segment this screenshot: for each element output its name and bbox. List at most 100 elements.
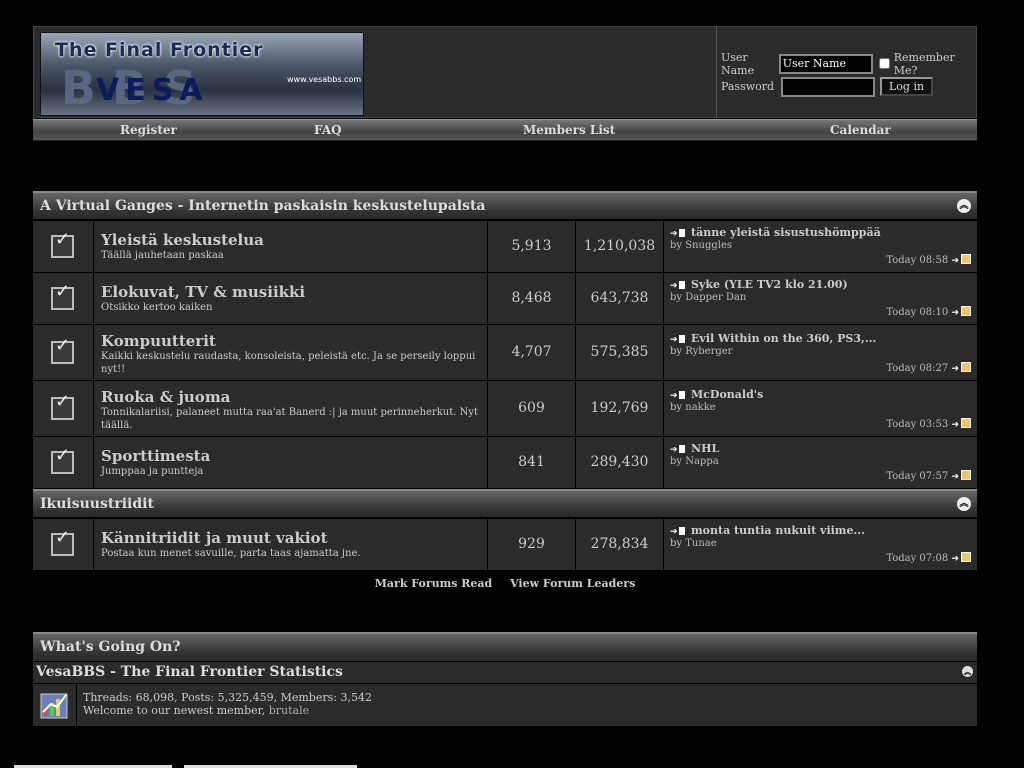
arrow-icon: ➔	[670, 229, 678, 239]
login-button[interactable]: Log in	[880, 77, 934, 96]
post-count: 1,210,038	[576, 221, 664, 272]
post-count: 192,769	[576, 381, 664, 436]
forum-row: ✓ Ruoka & juoma Tonnikalariisi, palaneet…	[33, 381, 977, 436]
document-icon	[678, 229, 685, 237]
forum-status-icon: ✓	[33, 381, 94, 436]
last-post-title[interactable]: monta tuntia nukuit viime...	[691, 524, 865, 537]
password-input[interactable]	[781, 76, 875, 97]
go-to-post-icon[interactable]	[961, 306, 971, 316]
nav-members-list[interactable]: Members List	[523, 123, 615, 137]
last-post-user[interactable]: Ryberger	[685, 346, 732, 357]
forum-title[interactable]: Yleistä keskustelua	[101, 231, 487, 249]
go-to-post-icon[interactable]	[961, 418, 971, 428]
collapse-icon[interactable]: ︽	[957, 199, 971, 213]
last-post: ➔ McDonald's by nakke Today 03:53 ➔	[664, 381, 977, 436]
forum-description: Jumppaa ja puntteja	[101, 466, 204, 477]
last-post-user[interactable]: Nappa	[685, 456, 718, 467]
view-forum-leaders-link[interactable]: View Forum Leaders	[510, 577, 635, 590]
forum-row: ✓ Elokuvat, TV & musiikki Otsikko kertoo…	[33, 273, 977, 324]
navbar: Register FAQ Members List Calendar	[33, 119, 977, 141]
nav-calendar[interactable]: Calendar	[830, 123, 891, 137]
newest-member-link[interactable]: brutale	[269, 704, 309, 717]
forum-status-icon: ✓	[33, 325, 94, 380]
arrow-icon: ➔	[670, 281, 678, 291]
last-post-title[interactable]: Evil Within on the 360, PS3,...	[691, 332, 876, 345]
last-post-user[interactable]: Dapper Dan	[685, 292, 746, 303]
arrow-icon: ➔	[951, 364, 959, 374]
collapse-icon[interactable]: ︽	[962, 666, 973, 677]
last-post-time: Today 08:58	[886, 255, 949, 266]
forum-title[interactable]: Ruoka & juoma	[101, 388, 487, 406]
arrow-icon: ➔	[670, 391, 678, 401]
arrow-icon: ➔	[670, 445, 678, 455]
forum-title[interactable]: Kompuutterit	[101, 332, 487, 350]
nav-register[interactable]: Register	[120, 123, 177, 137]
logo-url: www.vesabbs.com	[287, 75, 362, 84]
last-post-time: Today 03:53	[886, 419, 949, 430]
document-icon	[678, 445, 685, 453]
arrow-icon: ➔	[951, 420, 959, 430]
last-post-user[interactable]: Tunae	[685, 538, 716, 549]
whats-going-on-header: What's Going On?	[33, 632, 977, 661]
welcome-text: Welcome to our newest member,	[83, 704, 266, 717]
username-label: User Name	[721, 50, 755, 77]
last-post-title[interactable]: Syke (YLE TV2 klo 21.00)	[691, 278, 848, 291]
forum-title[interactable]: Sporttimesta	[101, 447, 487, 465]
arrow-icon: ➔	[951, 554, 959, 564]
site-header: BBS The Final Frontier VESA www.vesabbs.…	[33, 26, 977, 118]
last-post: ➔ Syke (YLE TV2 klo 21.00) by Dapper Dan…	[664, 273, 977, 324]
last-post-title[interactable]: McDonald's	[691, 388, 763, 401]
forum-description: Postaa kun menet savuille, parta taas aj…	[101, 548, 361, 559]
remember-me[interactable]: Remember Me?	[878, 50, 978, 77]
thread-count: 5,913	[488, 221, 576, 272]
last-post-user[interactable]: Snuggles	[685, 240, 732, 251]
thread-count: 8,468	[488, 273, 576, 324]
remember-me-checkbox[interactable]	[878, 58, 890, 69]
last-post-by: by	[670, 346, 683, 357]
thread-count: 929	[488, 519, 576, 570]
last-post: ➔ NHL by Nappa Today 07:57 ➔	[664, 437, 977, 488]
statistics-line: Threads: 68,098, Posts: 5,325,459, Membe…	[83, 691, 372, 704]
nav-faq[interactable]: FAQ	[314, 123, 342, 137]
forum-title[interactable]: Elokuvat, TV & musiikki	[101, 283, 487, 301]
logo-title: The Final Frontier	[55, 39, 264, 61]
forum-description: Kaikki keskustelu raudasta, konsoleista,…	[101, 351, 476, 375]
forum-status-icon: ✓	[33, 519, 94, 570]
username-input[interactable]	[778, 53, 873, 74]
last-post-title[interactable]: NHL	[691, 442, 719, 455]
document-icon	[678, 527, 685, 535]
post-count: 289,430	[576, 437, 664, 488]
statistics-title: VesaBBS - The Final Frontier Statistics	[36, 664, 343, 680]
arrow-icon: ➔	[951, 472, 959, 482]
password-label: Password	[721, 80, 775, 93]
forum-row: ✓ Sporttimesta Jumppaa ja puntteja 841 2…	[33, 437, 977, 488]
collapse-icon[interactable]: ︽	[957, 497, 971, 511]
document-icon	[678, 391, 685, 399]
last-post-by: by	[670, 538, 683, 549]
remember-me-label: Remember Me?	[893, 50, 955, 77]
go-to-post-icon[interactable]	[961, 552, 971, 562]
forum-row: ✓ Kompuutterit Kaikki keskustelu raudast…	[33, 325, 977, 380]
go-to-post-icon[interactable]	[961, 254, 971, 264]
category-header: Ikuisuustriidit ︽	[33, 489, 977, 517]
forum-status-icon: ✓	[33, 273, 94, 324]
arrow-icon: ➔	[951, 308, 959, 318]
last-post-time: Today 08:10	[886, 307, 949, 318]
last-post-user[interactable]: nakke	[685, 402, 715, 413]
post-count: 278,834	[576, 519, 664, 570]
mark-forums-read-link[interactable]: Mark Forums Read	[375, 577, 493, 590]
go-to-post-icon[interactable]	[961, 470, 971, 480]
go-to-post-icon[interactable]	[961, 362, 971, 372]
last-post: ➔ monta tuntia nukuit viime... by Tunae …	[664, 519, 977, 570]
last-post-title[interactable]: tänne yleistä sisustushömppää	[691, 226, 881, 239]
forum-row: ✓ Yleistä keskustelua Täällä jauhetaan p…	[33, 221, 977, 272]
last-post-by: by	[670, 402, 683, 413]
forum-title[interactable]: Kännitriidit ja muut vakiot	[101, 529, 487, 547]
statistics-header: VesaBBS - The Final Frontier Statistics …	[33, 662, 977, 684]
last-post-by: by	[670, 292, 683, 303]
whats-going-on-title: What's Going On?	[40, 639, 181, 655]
category-title[interactable]: A Virtual Ganges - Internetin paskaisin …	[40, 198, 486, 214]
site-logo[interactable]: BBS The Final Frontier VESA www.vesabbs.…	[40, 32, 364, 116]
thread-count: 4,707	[488, 325, 576, 380]
category-title[interactable]: Ikuisuustriidit	[40, 496, 154, 512]
